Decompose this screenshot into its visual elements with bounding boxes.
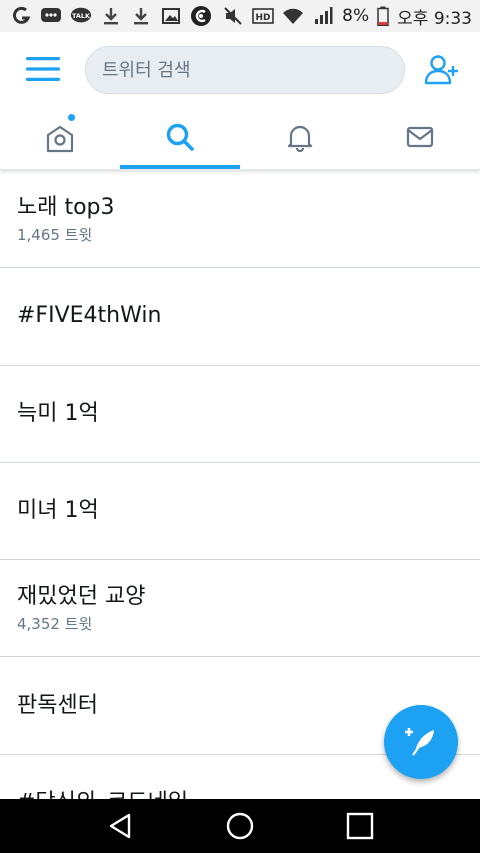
system-nav-bar [0, 799, 480, 853]
tab-search[interactable] [120, 108, 240, 169]
search-field[interactable] [85, 46, 405, 94]
tab-bar [0, 108, 480, 170]
hamburger-menu-icon[interactable] [26, 56, 60, 84]
search-input[interactable] [102, 59, 404, 81]
trend-item[interactable]: 재밌었던 교양 4,352 트윗 [0, 560, 480, 658]
search-icon [165, 122, 195, 156]
trend-item[interactable]: 노래 top3 1,465 트윗 [0, 171, 480, 269]
home-icon [44, 123, 76, 155]
trend-item[interactable]: 미녀 1억 [0, 463, 480, 561]
status-left-icons: TALK [10, 6, 212, 26]
message-icon [40, 6, 62, 26]
svg-text:HD: HD [256, 13, 271, 23]
back-button[interactable] [95, 801, 145, 851]
image-icon [160, 6, 182, 26]
trend-title: 재밌었던 교양 [17, 583, 146, 609]
trends-list: 노래 top3 1,465 트윗 #FIVE4thWin 늑미 1억 미녀 1억… [0, 171, 480, 799]
download-icon [100, 6, 122, 26]
home-button[interactable] [215, 801, 265, 851]
trend-item[interactable]: #FIVE4thWin [0, 268, 480, 366]
trend-item[interactable]: 늑미 1억 [0, 366, 480, 463]
tab-messages[interactable] [360, 108, 480, 169]
trend-count: 4,352 트윗 [17, 614, 93, 633]
signal-icon [312, 6, 334, 26]
clock: 오후 9:33 [397, 8, 472, 29]
wifi-icon [282, 6, 304, 26]
trend-count: 1,465 트윗 [17, 225, 93, 244]
notification-dot [68, 114, 75, 121]
trend-title: #당신의_코드네임 [17, 789, 480, 799]
kakaotalk-icon: TALK [70, 6, 92, 26]
bell-icon [285, 122, 315, 156]
compose-tweet-button[interactable] [384, 705, 458, 779]
trend-title: 노래 top3 [17, 194, 115, 220]
trend-title: 늑미 1억 [17, 400, 99, 426]
status-right-icons: HD 8% 오후 9:33 [222, 4, 472, 29]
envelope-icon [405, 122, 435, 156]
mute-icon [222, 6, 244, 26]
download-icon [130, 6, 152, 26]
svg-text:TALK: TALK [72, 12, 91, 20]
compose-feather-icon [403, 722, 439, 762]
c-app-icon [190, 6, 212, 26]
battery-percent: 8% [342, 6, 370, 26]
trend-title: 미녀 1억 [17, 498, 99, 524]
recent-apps-button[interactable] [335, 801, 385, 851]
status-bar: TALK HD 8% 오후 9:33 [0, 0, 480, 32]
app-header [0, 32, 480, 108]
g-app-icon [10, 6, 32, 26]
battery-icon [377, 6, 389, 26]
add-user-icon[interactable] [424, 52, 460, 88]
trend-title: #FIVE4thWin [17, 303, 162, 329]
hd-icon: HD [252, 6, 274, 26]
tab-home[interactable] [0, 108, 120, 169]
tab-notifications[interactable] [240, 108, 360, 169]
